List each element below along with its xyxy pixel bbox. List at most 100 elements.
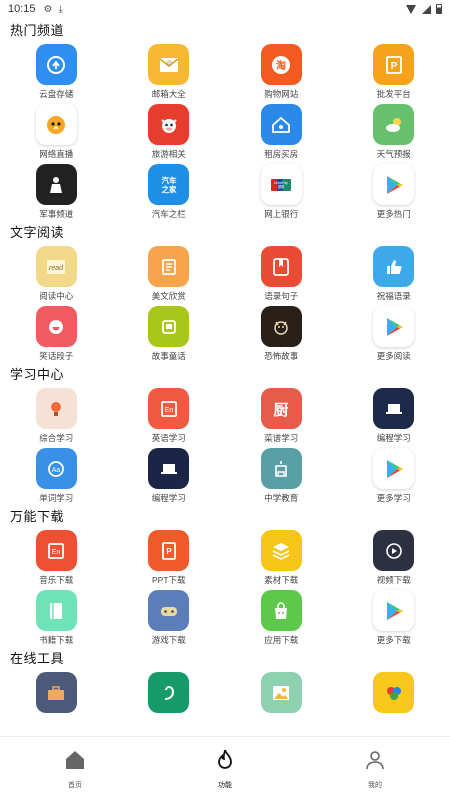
function-tile[interactable]: 汽车 之家 汽车之栏	[113, 160, 226, 220]
function-tile[interactable]: 美文欣赏	[113, 242, 226, 302]
function-tile[interactable]: 编程学习	[338, 384, 450, 444]
function-tile[interactable]: 素材下载	[225, 526, 338, 586]
kitchen-icon: 厨	[260, 388, 302, 429]
function-tile[interactable]: 中学教育	[225, 444, 338, 504]
function-tile[interactable]: 天气预报	[338, 100, 450, 160]
taobao-icon: 淘	[260, 44, 302, 85]
play-store-icon	[373, 590, 415, 631]
gamepad-icon	[148, 590, 190, 631]
status-bar: 10:15 ⚙ ⤓	[0, 0, 450, 18]
function-tile[interactable]: 书籍下载	[0, 586, 113, 646]
picture-icon	[260, 672, 302, 713]
function-tile[interactable]: @ 邮箱大全	[113, 40, 226, 100]
svg-text:之家: 之家	[161, 184, 176, 194]
function-tile[interactable]: 网络直播	[0, 100, 113, 160]
function-tile[interactable]	[225, 668, 338, 728]
function-tile[interactable]: 综合学习	[0, 384, 113, 444]
tile-label: 旅游相关	[151, 149, 186, 159]
article-icon	[148, 246, 190, 287]
nav-item[interactable]: 首页	[0, 737, 150, 800]
function-tile[interactable]: P PPT下载	[113, 526, 226, 586]
function-tile[interactable]: 淘购物网站	[225, 40, 338, 100]
tile-label: 恐怖故事	[264, 351, 299, 361]
tile-label: 语录句子	[264, 291, 299, 301]
user-icon	[363, 748, 387, 777]
section-title: 在线工具	[10, 650, 65, 666]
section-title: 万能下载	[10, 508, 65, 524]
function-tile[interactable]: 语录句子	[225, 242, 338, 302]
ppt-icon: P	[148, 530, 190, 571]
section-grid: read 阅读中心 美文欣赏 语录句子 祝福语录笑话段子 故事童话 恐怖故事 更多阅读	[0, 242, 450, 362]
tile-label: 天气预报	[376, 149, 411, 159]
svg-text:银联: 银联	[278, 184, 285, 189]
read-notebook-icon: read	[35, 246, 77, 287]
layers-icon	[260, 530, 302, 571]
p-badge-icon: P	[373, 44, 415, 85]
story-icon	[148, 306, 190, 347]
function-tile[interactable]: 租房买房	[225, 100, 338, 160]
function-tile[interactable]	[113, 668, 226, 728]
book-icon	[35, 590, 77, 631]
function-tile[interactable]: read 阅读中心	[0, 242, 113, 302]
nav-label: 功能	[218, 781, 232, 789]
svg-text:@: @	[166, 61, 172, 67]
tile-label: 购物网站	[264, 89, 299, 99]
live-mascot-icon	[35, 104, 77, 145]
status-time: 10:15	[8, 3, 36, 15]
function-tile[interactable]: Aa 单词学习	[0, 444, 113, 504]
function-tile[interactable]	[0, 668, 113, 728]
wifi-icon	[406, 4, 417, 14]
function-tile[interactable]: 游戏下载	[113, 586, 226, 646]
function-tile[interactable]: En 英语学习	[113, 384, 226, 444]
tile-label: 租房买房	[264, 149, 299, 159]
function-tile[interactable]: 笑话段子	[0, 302, 113, 362]
function-tile[interactable]: UnionPay 银联 网上银行	[225, 160, 338, 220]
function-tile[interactable]: 视频下载	[338, 526, 450, 586]
video-download-icon	[373, 530, 415, 571]
car-text-icon: 汽车 之家	[148, 164, 190, 205]
function-tile[interactable]	[338, 668, 450, 728]
tile-label: 编程学习	[376, 433, 411, 443]
mail-icon: @	[148, 44, 190, 85]
music-download-icon: En	[35, 530, 77, 571]
school-icon	[260, 448, 302, 489]
play-store-icon	[373, 448, 415, 489]
colorful-icon	[373, 672, 415, 713]
function-tile[interactable]: En 音乐下载	[0, 526, 113, 586]
function-tile[interactable]: 应用下载	[225, 586, 338, 646]
function-tile[interactable]: 更多学习	[338, 444, 450, 504]
bulb-icon	[35, 388, 77, 429]
function-tile[interactable]: 编程学习	[113, 444, 226, 504]
tile-label: 应用下载	[264, 635, 299, 645]
tile-label: 批发平台	[376, 89, 411, 99]
download-status-icon: ⤓	[58, 3, 63, 15]
function-tile[interactable]: 旅游相关	[113, 100, 226, 160]
toolbox-icon	[35, 672, 77, 713]
flame-icon	[213, 748, 237, 777]
signal-icon	[422, 4, 431, 14]
function-tile[interactable]: 军事频道	[0, 160, 113, 220]
function-tile[interactable]: 更多阅读	[338, 302, 450, 362]
function-list[interactable]: 热门频道云盘存储 @ 邮箱大全 淘购物网站 P 批发平台网络直播 旅游相关 租房买房 天气预报军…	[0, 18, 450, 736]
svg-text:P: P	[166, 547, 172, 556]
tile-label: 书籍下载	[39, 635, 74, 645]
svg-text:汽车: 汽车	[161, 175, 176, 185]
nav-item[interactable]: 功能	[150, 737, 300, 800]
function-tile[interactable]: 厨菜谱学习	[225, 384, 338, 444]
section-title: 热门频道	[10, 22, 65, 38]
nav-item[interactable]: 我的	[300, 737, 450, 800]
cow-icon	[148, 104, 190, 145]
function-tile[interactable]: 更多热门	[338, 160, 450, 220]
function-tile[interactable]: P 批发平台	[338, 40, 450, 100]
swirl-icon	[148, 672, 190, 713]
tile-label: 更多下载	[376, 635, 411, 645]
function-tile[interactable]: 更多下载	[338, 586, 450, 646]
cloud-sync-icon	[35, 44, 77, 85]
function-tile[interactable]: 故事童话	[113, 302, 226, 362]
function-tile[interactable]: 恐怖故事	[225, 302, 338, 362]
thumb-up-icon	[373, 246, 415, 287]
function-tile[interactable]: 祝福语录	[338, 242, 450, 302]
function-tile[interactable]: 云盘存储	[0, 40, 113, 100]
svg-text:read: read	[49, 265, 64, 272]
section-grid: 综合学习 En 英语学习厨菜谱学习 编程学习 Aa 单词学习 编程学习 中学教育 更多学习	[0, 384, 450, 504]
